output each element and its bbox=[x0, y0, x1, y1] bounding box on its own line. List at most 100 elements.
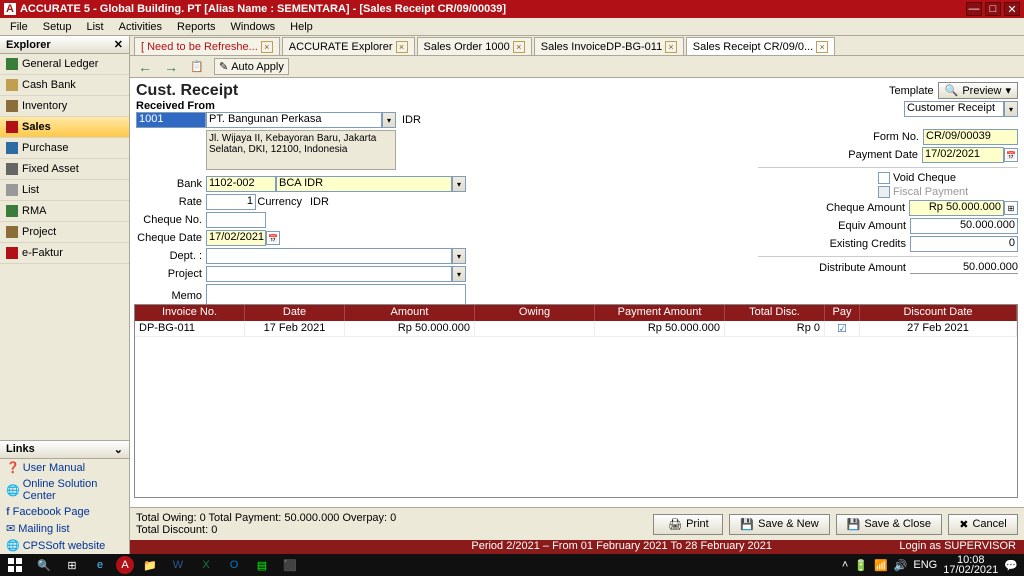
start-button[interactable] bbox=[0, 554, 30, 576]
table-row[interactable]: DP-BG-011 17 Feb 2021 Rp 50.000.000 Rp 5… bbox=[135, 321, 1017, 337]
customer-name-input[interactable]: PT. Bangunan Perkasa bbox=[206, 112, 382, 128]
status-bar: Period 2/2021 – From 01 February 2021 To… bbox=[130, 540, 1024, 554]
tray-battery-icon: 🔋 bbox=[854, 559, 868, 572]
menu-help[interactable]: Help bbox=[284, 20, 319, 34]
fiscal-payment-checkbox bbox=[878, 186, 890, 198]
calendar-icon[interactable]: 📅 bbox=[1004, 148, 1018, 162]
close-button[interactable]: ✕ bbox=[1004, 2, 1020, 16]
tab-sales-order[interactable]: Sales Order 1000× bbox=[417, 37, 532, 55]
link-facebook[interactable]: fFacebook Page bbox=[0, 504, 129, 520]
pay-checkbox[interactable]: ☑ bbox=[825, 321, 860, 337]
project-dropdown[interactable]: ▾ bbox=[452, 266, 466, 282]
tray-lang[interactable]: ENG bbox=[913, 559, 937, 571]
wand-icon: ✎ bbox=[219, 60, 228, 73]
save-close-button[interactable]: 💾Save & Close bbox=[836, 514, 942, 535]
close-icon[interactable]: × bbox=[513, 41, 525, 53]
app-icon[interactable]: A bbox=[116, 556, 134, 574]
menu-setup[interactable]: Setup bbox=[37, 20, 78, 34]
edge-icon[interactable]: e bbox=[86, 554, 114, 576]
customer-dropdown[interactable]: ▾ bbox=[382, 112, 396, 128]
dept-dropdown[interactable]: ▾ bbox=[452, 248, 466, 264]
project-input[interactable] bbox=[206, 266, 452, 282]
auto-apply-button[interactable]: ✎Auto Apply bbox=[214, 58, 289, 75]
link-mailing[interactable]: ✉Mailing list bbox=[0, 520, 129, 537]
taskview-icon[interactable]: ⊞ bbox=[58, 554, 86, 576]
cheque-no-input[interactable] bbox=[206, 212, 266, 228]
tray-notif-icon[interactable]: 💬 bbox=[1004, 559, 1018, 572]
nav-cash-bank[interactable]: Cash Bank bbox=[0, 75, 129, 96]
collapse-icon[interactable]: ✕ bbox=[114, 38, 123, 51]
close-icon[interactable]: × bbox=[665, 41, 677, 53]
menu-reports[interactable]: Reports bbox=[171, 20, 222, 34]
back-button[interactable]: ← bbox=[136, 58, 154, 76]
link-cpssoft[interactable]: 🌐CPSSoft website bbox=[0, 537, 129, 554]
close-icon[interactable]: × bbox=[816, 41, 828, 53]
payment-date-input[interactable]: 17/02/2021 bbox=[922, 147, 1004, 163]
save-new-button[interactable]: 💾Save & New bbox=[729, 514, 829, 535]
word-icon[interactable]: W bbox=[164, 554, 192, 576]
nav-project[interactable]: Project bbox=[0, 222, 129, 243]
link-user-manual[interactable]: ❓User Manual bbox=[0, 459, 129, 476]
distribute-amount: 50.000.000 bbox=[910, 261, 1018, 274]
title-bar: AACCURATE 5 - Global Building. PT [Alias… bbox=[0, 0, 1024, 18]
tab-refresh[interactable]: [ Need to be Refreshe...× bbox=[134, 37, 280, 55]
menu-activities[interactable]: Activities bbox=[113, 20, 168, 34]
tab-sales-invoice[interactable]: Sales InvoiceDP-BG-011× bbox=[534, 37, 684, 55]
close-icon[interactable]: × bbox=[261, 41, 273, 53]
nav-inventory[interactable]: Inventory bbox=[0, 96, 129, 117]
form-no-input[interactable]: CR/09/00039 bbox=[923, 129, 1018, 145]
excel-icon[interactable]: X bbox=[192, 554, 220, 576]
nav-efaktur[interactable]: e-Faktur bbox=[0, 243, 129, 264]
cheque-date-input[interactable]: 17/02/2021 bbox=[206, 230, 266, 246]
maximize-button[interactable]: □ bbox=[985, 2, 1001, 16]
nav-list[interactable]: List bbox=[0, 180, 129, 201]
invoice-grid[interactable]: Invoice No. Date Amount Owing Payment Am… bbox=[134, 304, 1018, 498]
nav-general-ledger[interactable]: General Ledger bbox=[0, 54, 129, 75]
bank-name-input[interactable]: BCA IDR bbox=[276, 176, 452, 192]
forward-button[interactable]: → bbox=[162, 58, 180, 76]
customer-code-input[interactable]: 1001 bbox=[136, 112, 206, 128]
cheque-amount-input[interactable]: Rp 50.000.000 bbox=[909, 200, 1004, 216]
dept-input[interactable] bbox=[206, 248, 452, 264]
explorer-panel: Explorer ✕ General Ledger Cash Bank Inven… bbox=[0, 36, 130, 554]
app2-icon[interactable]: ▤ bbox=[248, 554, 276, 576]
bank-code-input[interactable]: 1102-002 bbox=[206, 176, 276, 192]
calc-icon[interactable]: ⊞ bbox=[1004, 201, 1018, 215]
explorer-icon[interactable]: 📁 bbox=[136, 554, 164, 576]
link-online-solution[interactable]: 🌐Online Solution Center bbox=[0, 476, 129, 504]
tab-accurate-explorer[interactable]: ACCURATE Explorer× bbox=[282, 37, 415, 55]
tray-up-icon[interactable]: ˄ bbox=[842, 559, 848, 571]
menu-windows[interactable]: Windows bbox=[225, 20, 282, 34]
void-cheque-checkbox[interactable] bbox=[878, 172, 890, 184]
print-button[interactable]: 🖨Print bbox=[653, 514, 723, 535]
taskbar[interactable]: 🔍 ⊞ e A 📁 W X O ▤ ⬛ ˄ 🔋 📶 🔊 ENG 10:08 17… bbox=[0, 554, 1024, 576]
nav-sales[interactable]: Sales bbox=[0, 117, 129, 138]
minimize-button[interactable]: — bbox=[966, 2, 982, 16]
document-tabs: [ Need to be Refreshe...× ACCURATE Explo… bbox=[130, 36, 1024, 56]
bank-dropdown[interactable]: ▾ bbox=[452, 176, 466, 192]
nav-fixed-asset[interactable]: Fixed Asset bbox=[0, 159, 129, 180]
tab-sales-receipt[interactable]: Sales Receipt CR/09/0...× bbox=[686, 37, 835, 55]
tray-volume-icon[interactable]: 🔊 bbox=[894, 559, 908, 572]
app3-icon[interactable]: ⬛ bbox=[276, 554, 304, 576]
search-icon[interactable]: 🔍 bbox=[30, 554, 58, 576]
outlook-icon[interactable]: O bbox=[220, 554, 248, 576]
nav-rma[interactable]: RMA bbox=[0, 201, 129, 222]
close-icon[interactable]: × bbox=[396, 41, 408, 53]
cancel-button[interactable]: ✖Cancel bbox=[948, 514, 1018, 535]
template-select[interactable]: Customer Receipt bbox=[904, 101, 1004, 117]
equiv-amount: 50.000.000 bbox=[910, 218, 1018, 234]
links-expand-icon[interactable]: ⌄ bbox=[114, 443, 123, 456]
tray-date: 17/02/2021 bbox=[943, 565, 998, 575]
nav-purchase[interactable]: Purchase bbox=[0, 138, 129, 159]
rate-input[interactable]: 1 bbox=[206, 194, 256, 210]
calendar-icon[interactable]: 📅 bbox=[266, 231, 280, 245]
menu-list[interactable]: List bbox=[80, 20, 109, 34]
footer-totals: Total Owing: 0 Total Payment: 50.000.000… bbox=[136, 512, 396, 536]
preview-button[interactable]: 🔍Preview ▾ bbox=[938, 82, 1018, 99]
explorer-title: Explorer bbox=[6, 39, 51, 51]
existing-credits: 0 bbox=[910, 236, 1018, 252]
copy-button[interactable]: 📋 bbox=[188, 58, 206, 76]
menu-file[interactable]: File bbox=[4, 20, 34, 34]
template-dropdown[interactable]: ▾ bbox=[1004, 101, 1018, 117]
